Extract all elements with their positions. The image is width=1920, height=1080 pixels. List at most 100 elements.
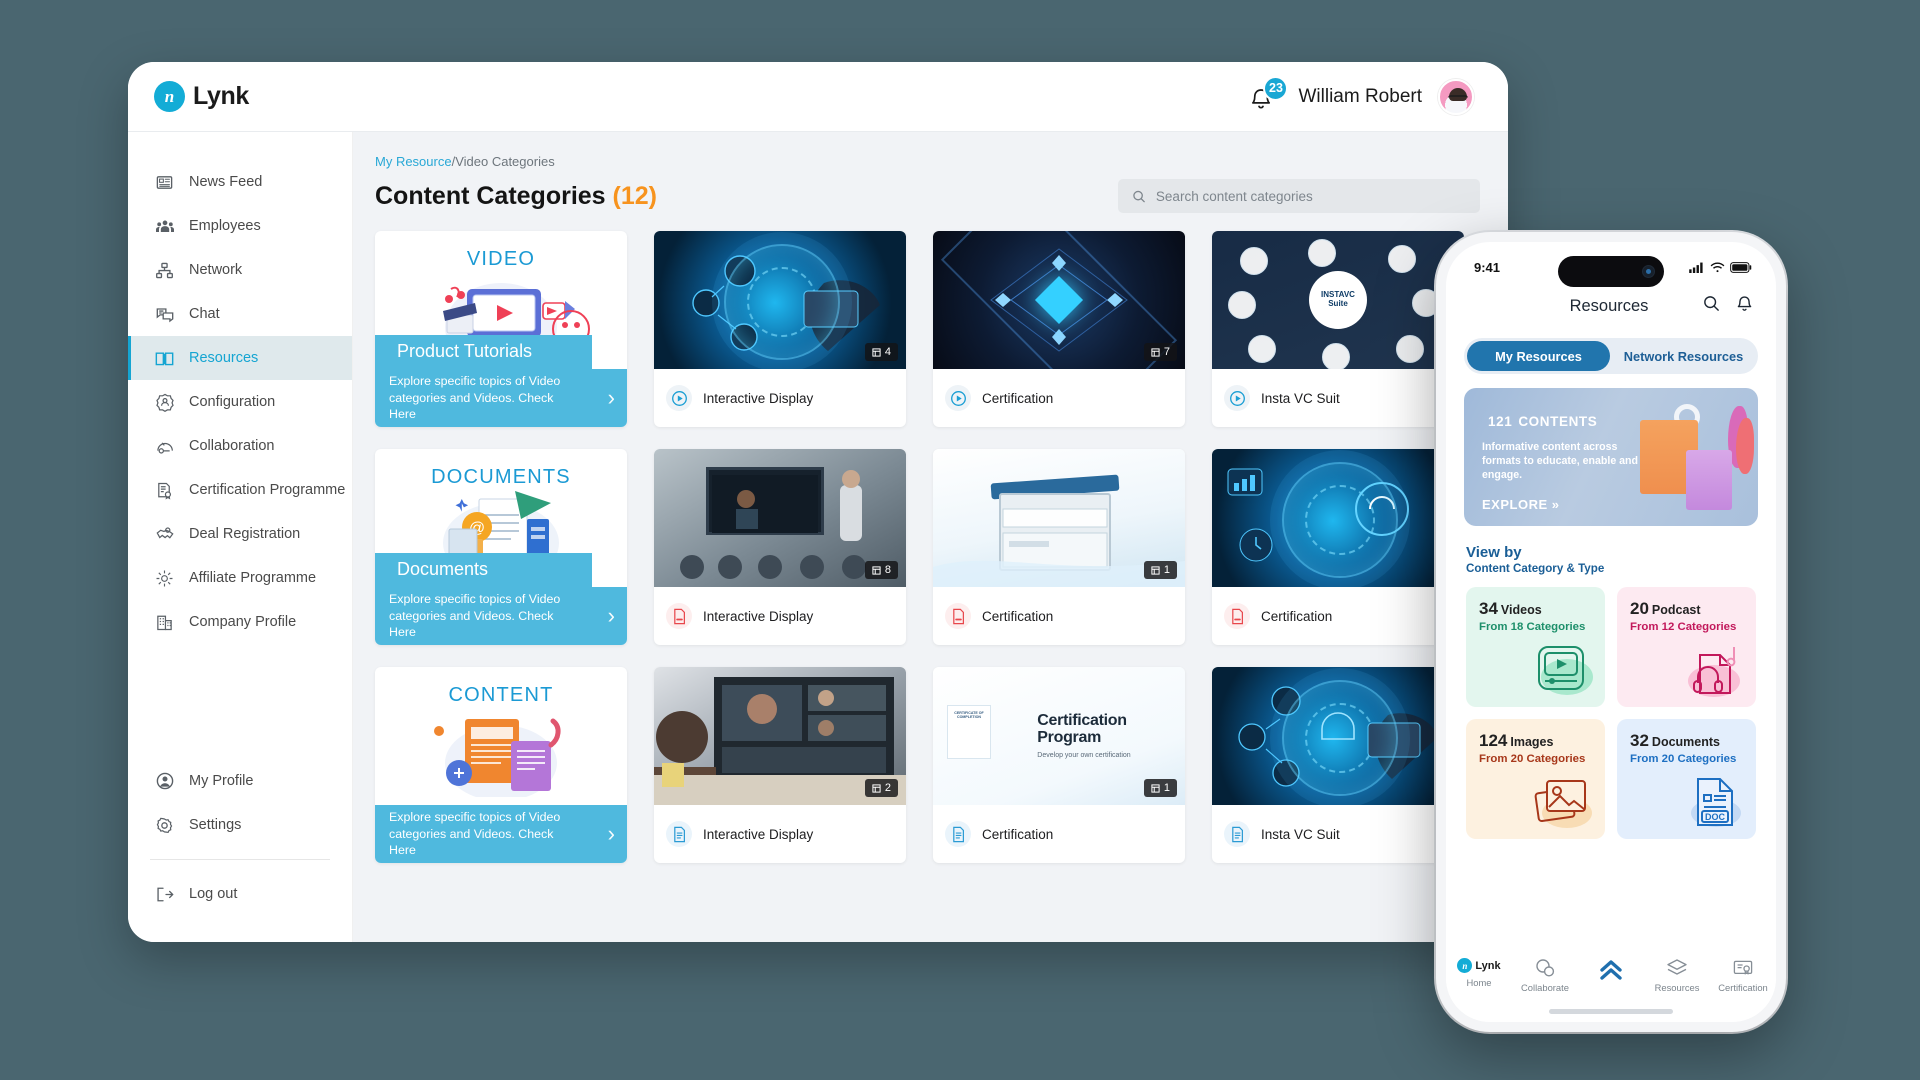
- gear-people-icon: [154, 392, 175, 413]
- headphones-music-icon: [1688, 647, 1740, 697]
- sidebar-item-configuration[interactable]: Configuration: [128, 380, 352, 424]
- content-card[interactable]: Certification: [1212, 449, 1464, 645]
- hero-explore-link[interactable]: EXPLORE »: [1482, 497, 1559, 512]
- phone-notifications-button[interactable]: [1735, 294, 1754, 319]
- tab-label: Collaborate: [1521, 982, 1569, 993]
- stack-icon: [872, 347, 881, 357]
- svg-text:DOC: DOC: [1705, 812, 1726, 822]
- sidebar-item-label: Chat: [189, 306, 220, 322]
- breadcrumb: My Resource/Video Categories: [375, 154, 1508, 169]
- card-thumbnail: [1212, 667, 1464, 805]
- building-icon: [154, 612, 175, 633]
- doc-file-icon: DOC: [1691, 778, 1741, 827]
- promo-card-documents[interactable]: DOCUMENTS @ Documents Explore specific t…: [375, 449, 627, 645]
- promo-kicker: VIDEO: [466, 248, 536, 270]
- content-card[interactable]: INSTAVC Suite Insta VC Suit: [1212, 231, 1464, 427]
- resources-segmented-control[interactable]: My Resources Network Resources: [1464, 338, 1758, 374]
- tab-collaborate[interactable]: Collaborate: [1512, 958, 1578, 993]
- sidebar-item-affiliate-programme[interactable]: Affiliate Programme: [128, 556, 352, 600]
- play-circle-icon: [666, 385, 692, 411]
- content-card[interactable]: 4 Interactive Display: [654, 231, 906, 427]
- tab-label: Certification: [1718, 982, 1768, 993]
- sidebar-item-company-profile[interactable]: Company Profile: [128, 600, 352, 644]
- sidebar-item-my-profile[interactable]: My Profile: [128, 759, 352, 803]
- sidebar-item-label: Collaboration: [189, 438, 275, 454]
- tab-certification[interactable]: Certification: [1710, 958, 1776, 993]
- tab-label: Resources: [1654, 982, 1700, 993]
- sidebar-item-deal-registration[interactable]: Deal Registration: [128, 512, 352, 556]
- stat-card-images[interactable]: 124 Images From 20 Categories: [1466, 719, 1605, 839]
- cellular-icon: [1689, 262, 1703, 273]
- sidebar-item-logout[interactable]: Log out: [128, 872, 352, 916]
- bell-icon: [1737, 295, 1752, 311]
- brand-name: Lynk: [193, 82, 249, 110]
- stat-label: Podcast: [1651, 603, 1701, 617]
- doc-file-icon: [945, 821, 971, 847]
- stat-card-documents[interactable]: 32 Documents From 20 Categories DOC: [1617, 719, 1756, 839]
- card-count-badge: 8: [864, 561, 898, 579]
- contents-hero-card[interactable]: 121 CONTENTS Informative content across f…: [1464, 388, 1758, 526]
- sidebar-item-news-feed[interactable]: News Feed: [128, 160, 352, 204]
- user-name[interactable]: William Robert: [1298, 86, 1422, 108]
- stat-card-videos[interactable]: 34 Videos From 18 Categories: [1466, 587, 1605, 707]
- sidebar-item-label: Configuration: [189, 394, 276, 410]
- brand-logo[interactable]: n Lynk: [154, 81, 249, 112]
- search-box[interactable]: [1118, 179, 1480, 213]
- tab-home[interactable]: n Lynk Home: [1446, 958, 1512, 988]
- sidebar-item-network[interactable]: Network: [128, 248, 352, 292]
- stack-icon: [1151, 783, 1160, 793]
- search-icon: [1704, 296, 1719, 311]
- search-input[interactable]: [1155, 188, 1466, 204]
- card-footer: Certification: [933, 805, 1185, 863]
- view-by-subtitle: Content Category & Type: [1466, 562, 1605, 575]
- sidebar-item-settings[interactable]: Settings: [128, 803, 352, 847]
- certificate-seal: CERTIFICATE OF COMPLETION: [947, 705, 991, 759]
- wifi-icon: [1710, 262, 1725, 272]
- pdf-file-icon: [945, 603, 971, 629]
- cert-subtitle: Develop your own certification: [1037, 751, 1131, 759]
- certificate-icon: [154, 480, 175, 501]
- tab-network-resources[interactable]: Network Resources: [1612, 341, 1755, 371]
- promo-footer[interactable]: Explore specific topics of Video categor…: [375, 805, 627, 863]
- content-illustration: [375, 707, 627, 797]
- content-card[interactable]: 7 Certification: [933, 231, 1185, 427]
- sidebar-item-certification-programme[interactable]: Certification Programme: [128, 468, 352, 512]
- content-card[interactable]: 8 Interactive Display: [654, 449, 906, 645]
- content-card[interactable]: CERTIFICATE OF COMPLETION Certification …: [933, 667, 1185, 863]
- promo-footer[interactable]: Explore specific topics of Video categor…: [375, 587, 627, 645]
- sidebar-item-resources[interactable]: Resources: [128, 336, 352, 380]
- content-card[interactable]: Insta VC Suit: [1212, 667, 1464, 863]
- tab-expand[interactable]: [1578, 958, 1644, 982]
- promo-footer[interactable]: Explore specific topics of Video categor…: [375, 369, 627, 427]
- sidebar-item-label: News Feed: [189, 174, 263, 190]
- gear-icon: [154, 815, 175, 836]
- main-content: My Resource/Video Categories Content Cat…: [353, 132, 1508, 942]
- content-card[interactable]: 2 Interactive Display: [654, 667, 906, 863]
- sidebar-divider: [150, 859, 330, 860]
- sidebar-item-label: Settings: [189, 817, 242, 833]
- tab-resources[interactable]: Resources: [1644, 958, 1710, 993]
- page-title-text: Content Categories: [375, 181, 606, 210]
- lynk-logo-icon: n: [154, 81, 185, 112]
- notifications-button[interactable]: 23: [1248, 75, 1289, 114]
- sidebar-bottom: My Profile Settings Log out: [128, 759, 352, 942]
- sidebar-item-employees[interactable]: Employees: [128, 204, 352, 248]
- sidebar-item-label: Certification Programme: [189, 482, 346, 498]
- tab-my-resources[interactable]: My Resources: [1467, 341, 1610, 371]
- sidebar-item-collaboration[interactable]: Collaboration: [128, 424, 352, 468]
- promo-card-content[interactable]: CONTENT Explore specific topics of Video…: [375, 667, 627, 863]
- avatar[interactable]: [1438, 78, 1474, 115]
- sidebar-item-label: Resources: [189, 350, 259, 366]
- logout-icon: [154, 884, 175, 905]
- stat-card-podcast[interactable]: 20 Podcast From 12 Categories: [1617, 587, 1756, 707]
- sidebar-item-chat[interactable]: Chat: [128, 292, 352, 336]
- phone-search-button[interactable]: [1702, 294, 1721, 318]
- content-card[interactable]: 1 Certification: [933, 449, 1185, 645]
- breadcrumb-link[interactable]: My Resource: [375, 154, 452, 169]
- battery-icon: [1730, 261, 1752, 273]
- certificate-icon: [1733, 960, 1753, 975]
- promo-card-video[interactable]: VIDEO Product Tutorials Explore specific…: [375, 231, 627, 427]
- status-time: 9:41: [1474, 259, 1501, 275]
- hero-description: Informative content across formats to ed…: [1482, 441, 1638, 482]
